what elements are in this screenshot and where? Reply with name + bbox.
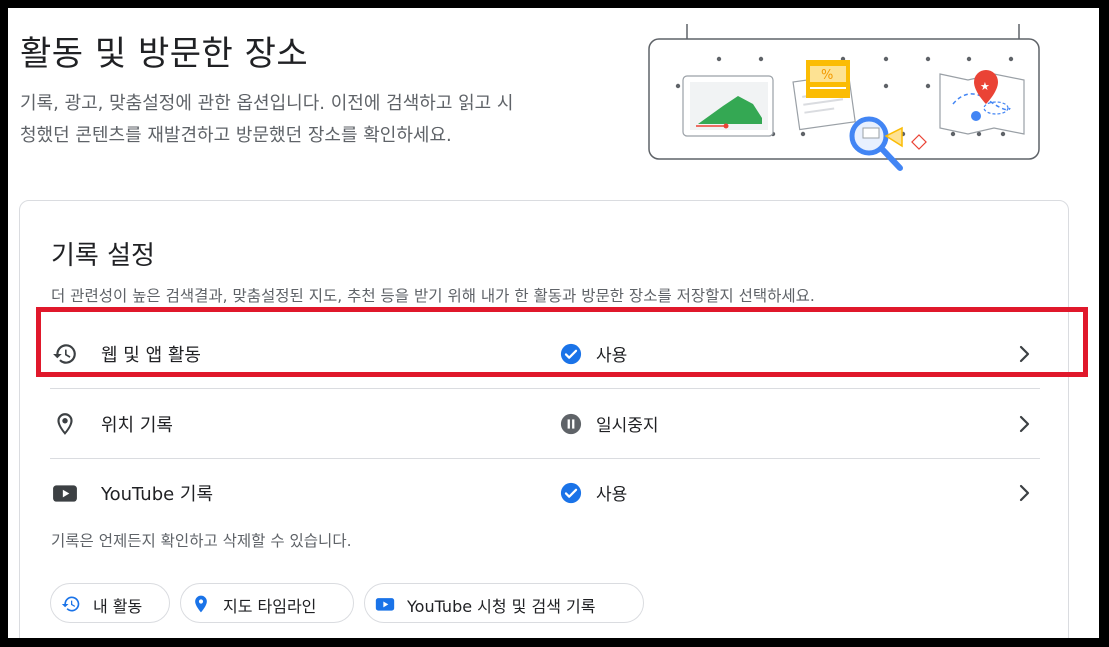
page-description-line-2: 청했던 콘텐츠를 재발견하고 방문했던 장소를 확인하세요. — [20, 125, 452, 146]
history-note: 기록은 언제든지 확인하고 삭제할 수 있습니다. — [51, 532, 352, 550]
page-description: 기록, 광고, 맞춤설정에 관한 옵션입니다. 이전에 검색하고 읽고 시 청했… — [20, 88, 610, 152]
youtube-watch-search-history-chip-label: YouTube 시청 및 검색 기록 — [407, 597, 596, 616]
location-history-row[interactable]: 위치 기록 일시중지 — [50, 389, 1040, 457]
page: 활동 및 방문한 장소 기록, 광고, 맞춤설정에 관한 옵션입니다. 이전에 … — [8, 8, 1099, 638]
pause-circle-icon — [560, 413, 582, 435]
page-title: 활동 및 방문한 장소 — [20, 34, 309, 74]
svg-text:%: % — [821, 68, 833, 83]
header-illustration: % ★ — [648, 24, 1040, 171]
youtube-history-row[interactable]: YouTube 기록 사용 — [50, 458, 1040, 526]
youtube-watch-search-history-chip[interactable]: YouTube 시청 및 검색 기록 — [364, 583, 644, 623]
history-settings-card: 기록 설정 더 관련성이 높은 검색결과, 맞춤설정된 지도, 추천 등을 받기… — [19, 200, 1069, 638]
svg-text:★: ★ — [980, 80, 990, 93]
chevron-right-icon — [1019, 484, 1030, 502]
highlight-box — [36, 307, 1088, 377]
youtube-icon — [53, 485, 77, 502]
location-history-status: 일시중지 — [596, 416, 659, 436]
youtube-history-label: YouTube 기록 — [101, 484, 214, 505]
history-settings-title: 기록 설정 — [51, 241, 155, 271]
my-activity-chip-label: 내 활동 — [93, 597, 143, 616]
maps-timeline-chip[interactable]: 지도 타임라인 — [180, 583, 354, 623]
my-activity-chip[interactable]: 내 활동 — [50, 583, 170, 623]
youtube-history-status: 사용 — [596, 485, 628, 505]
history-icon — [61, 596, 80, 612]
location-history-label: 위치 기록 — [101, 415, 173, 436]
history-settings-description: 더 관련성이 높은 검색결과, 맞춤설정된 지도, 추천 등을 받기 위해 내가… — [51, 287, 815, 305]
maps-timeline-chip-label: 지도 타임라인 — [223, 597, 317, 616]
check-circle-icon — [560, 482, 582, 504]
page-description-line-1: 기록, 광고, 맞춤설정에 관한 옵션입니다. 이전에 검색하고 읽고 시 — [20, 93, 514, 114]
chevron-right-icon — [1019, 415, 1030, 433]
youtube-icon — [375, 598, 395, 611]
location-pin-icon — [195, 595, 207, 613]
location-pin-icon — [57, 413, 73, 435]
